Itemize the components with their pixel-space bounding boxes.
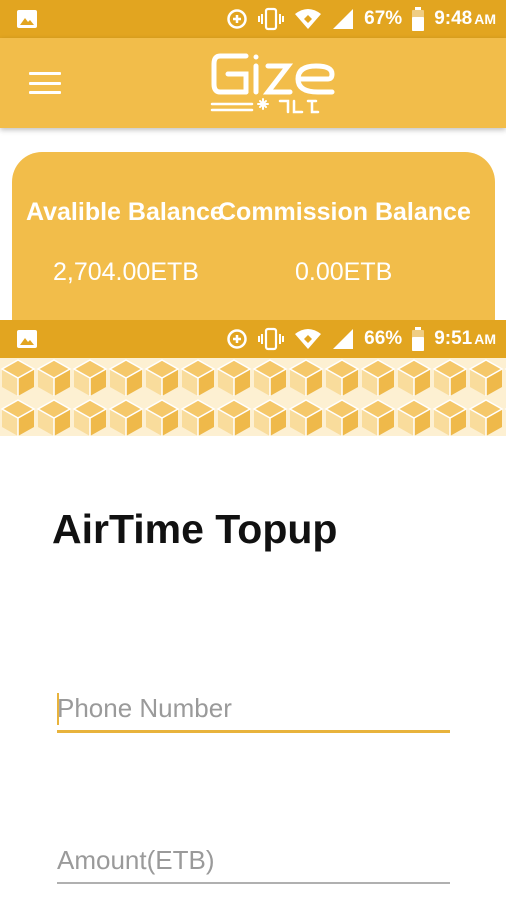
- status-bar-secondary: 66% 9:51 AM: [0, 320, 506, 358]
- available-balance-value: 2,704.00ETB: [53, 258, 199, 286]
- data-saver-icon: [226, 328, 248, 350]
- status-bar: 67% 9:48 AM: [0, 0, 506, 38]
- available-balance-label: Avalible Balance: [26, 198, 224, 226]
- page-title: AirTime Topup: [52, 506, 338, 552]
- commission-balance-label: Commission Balance: [218, 198, 471, 226]
- battery-icon: [412, 7, 425, 31]
- battery-percent: 66%: [364, 328, 403, 349]
- menu-icon: [29, 72, 61, 75]
- phone-number-input[interactable]: [57, 690, 450, 730]
- battery-icon: [412, 327, 425, 351]
- amount-input[interactable]: [57, 842, 450, 882]
- image-notification-icon: [16, 9, 38, 29]
- gize-logo: [208, 46, 348, 122]
- phone-number-underline: [57, 730, 450, 733]
- clock: 9:51 AM: [434, 328, 496, 349]
- signal-icon: [332, 8, 354, 30]
- wifi-icon: [294, 328, 322, 350]
- image-notification-icon: [16, 329, 38, 349]
- app-bar: [0, 38, 506, 128]
- clock: 9:48 AM: [434, 8, 496, 29]
- text-cursor: [57, 693, 59, 725]
- vibrate-icon: [258, 327, 285, 351]
- data-saver-icon: [226, 8, 248, 30]
- battery-percent: 67%: [364, 8, 403, 29]
- phone-number-field: [57, 690, 450, 733]
- menu-button[interactable]: [28, 69, 62, 97]
- vibrate-icon: [258, 7, 285, 31]
- amount-field: [57, 842, 450, 884]
- wifi-icon: [294, 8, 322, 30]
- signal-icon: [332, 328, 354, 350]
- commission-balance-value: 0.00ETB: [295, 258, 393, 286]
- amount-underline: [57, 882, 450, 884]
- decorative-pattern: [0, 358, 506, 436]
